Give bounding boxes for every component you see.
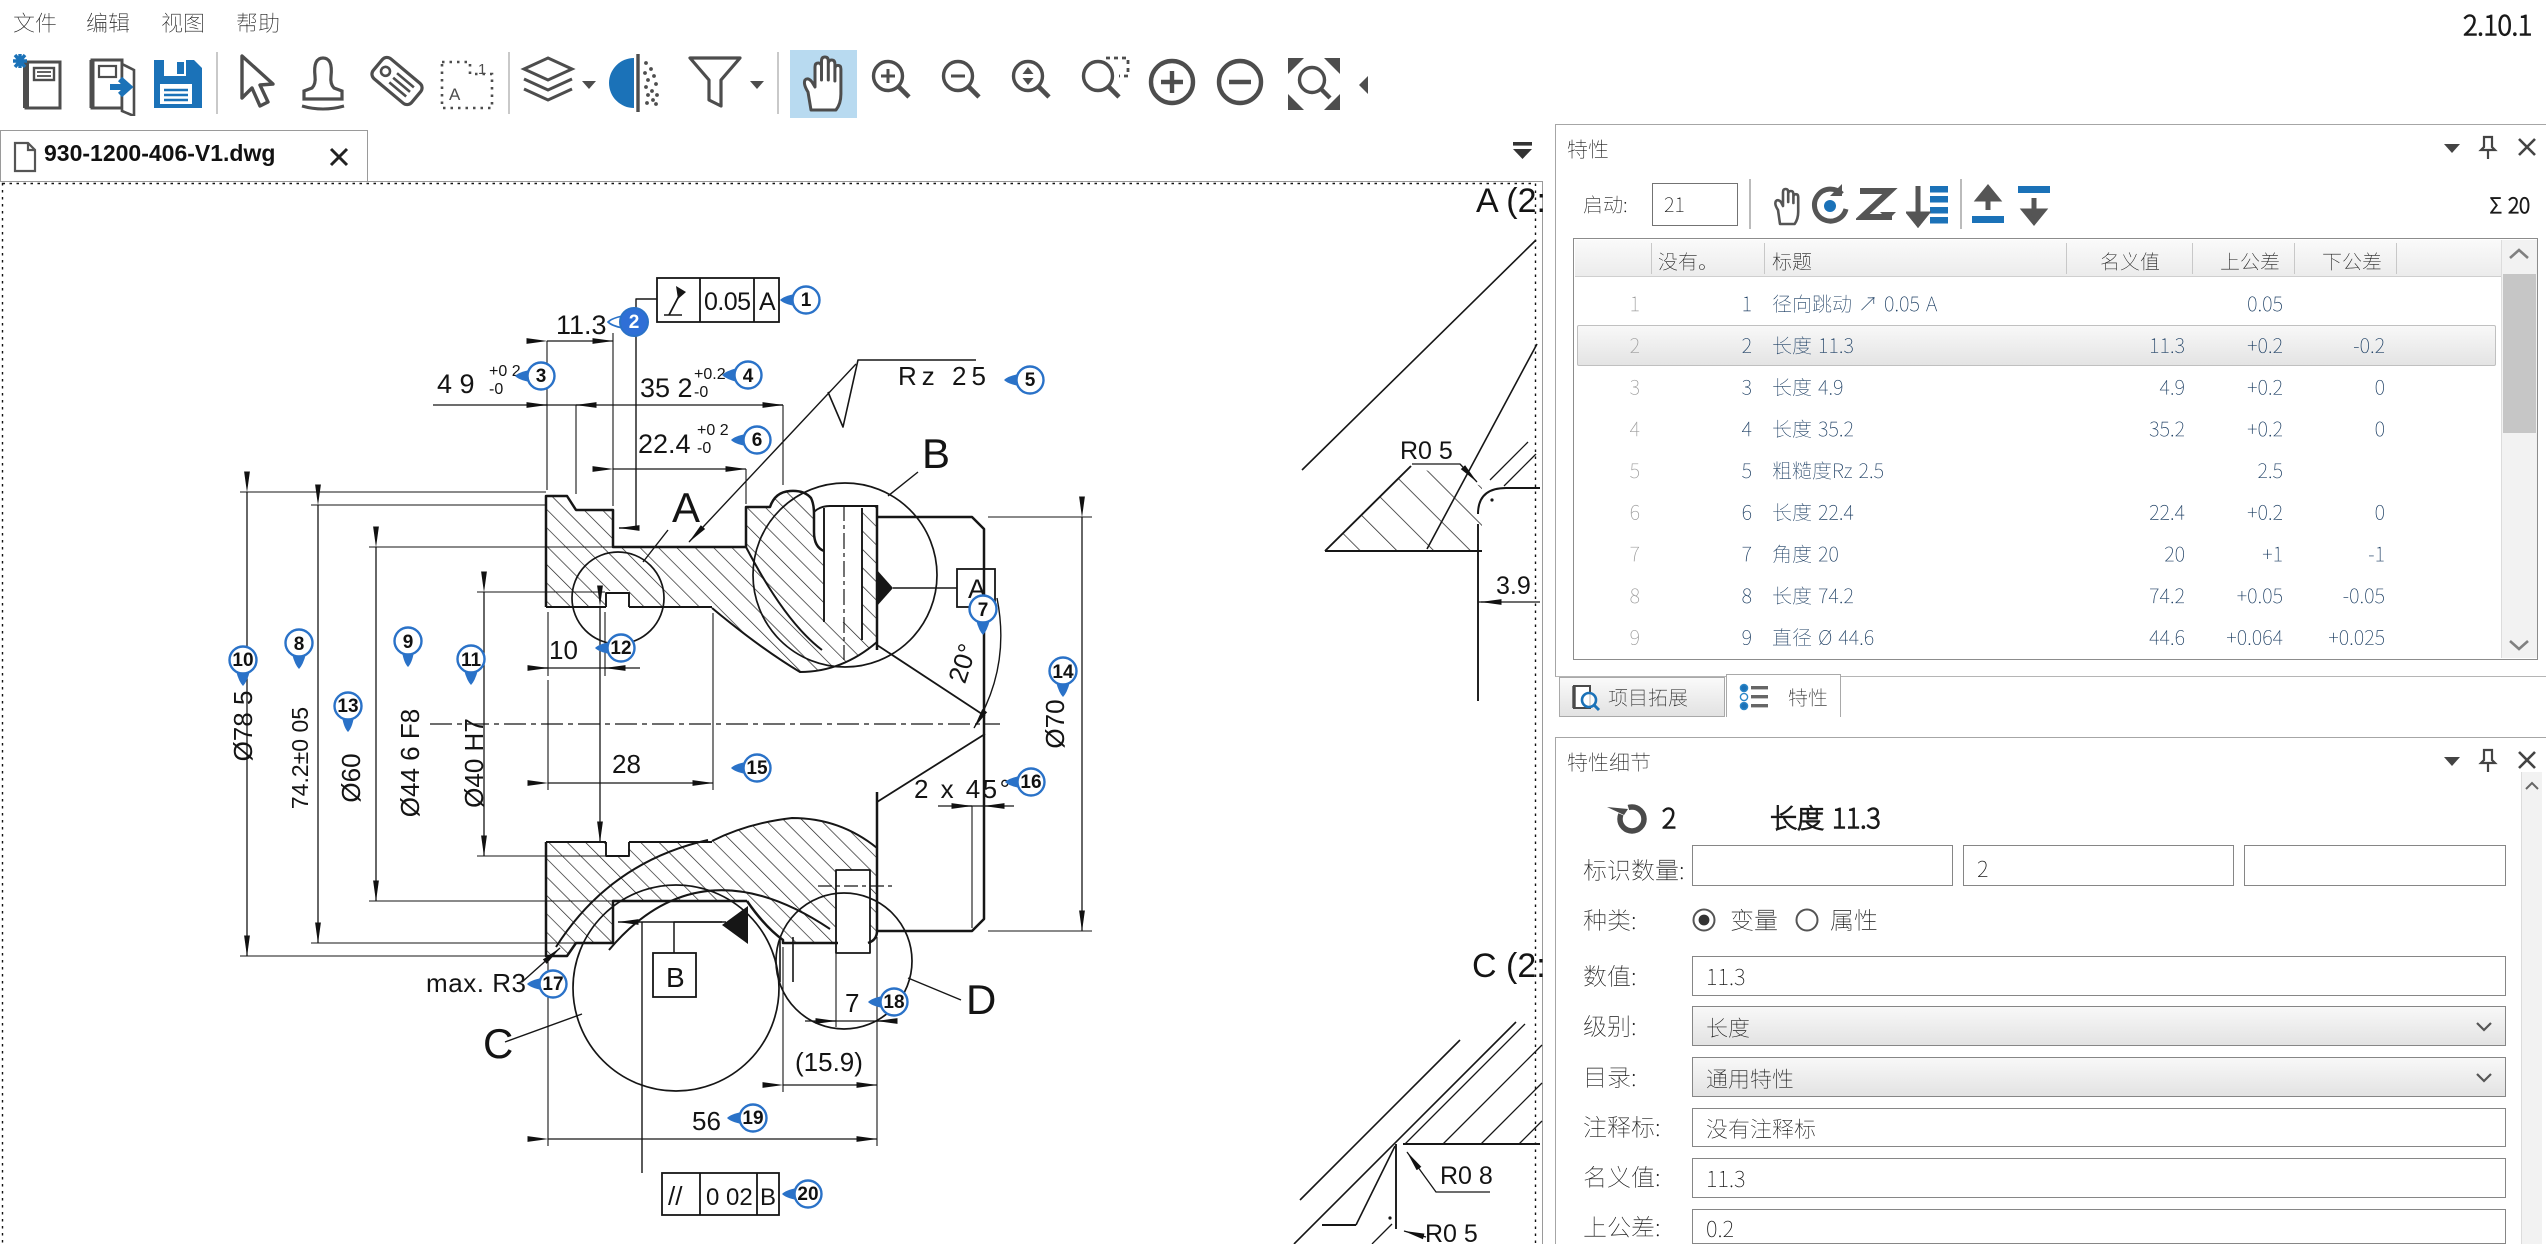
- svg-text:Ø78 5: Ø78 5: [228, 691, 258, 762]
- svg-text:(15.9): (15.9): [795, 1047, 863, 1077]
- svg-text:Ø70: Ø70: [1040, 699, 1070, 748]
- svg-text:0 02: 0 02: [706, 1184, 753, 1211]
- svg-text:9: 9: [403, 632, 414, 653]
- svg-text:18: 18: [883, 992, 904, 1013]
- svg-text:11: 11: [461, 650, 482, 671]
- svg-text:20°: 20°: [942, 640, 983, 687]
- svg-text:D: D: [966, 976, 996, 1023]
- svg-text:B: B: [922, 430, 950, 477]
- svg-text:28: 28: [612, 749, 641, 779]
- svg-text:14: 14: [1052, 662, 1074, 683]
- svg-text:3: 3: [536, 366, 547, 387]
- svg-text:2 x 45°: 2 x 45°: [914, 774, 1010, 804]
- svg-text:8: 8: [294, 634, 305, 655]
- svg-text:+0 2: +0 2: [489, 363, 521, 380]
- svg-text:B: B: [666, 962, 685, 993]
- svg-text:19: 19: [742, 1108, 763, 1129]
- svg-text:R0 5: R0 5: [1425, 1220, 1478, 1244]
- svg-text:Ø44 6 F8: Ø44 6 F8: [395, 709, 425, 817]
- svg-text:15: 15: [746, 758, 768, 779]
- svg-text:0.05: 0.05: [704, 288, 751, 316]
- svg-text:Ø60: Ø60: [336, 753, 366, 802]
- svg-text:A: A: [449, 85, 461, 104]
- svg-text:-0: -0: [489, 381, 503, 398]
- svg-text:4: 4: [743, 366, 754, 387]
- svg-text:1: 1: [478, 61, 486, 78]
- svg-text:74.2±0 05: 74.2±0 05: [287, 707, 313, 809]
- svg-text:16: 16: [1020, 772, 1041, 793]
- svg-text:C: C: [483, 1020, 513, 1067]
- svg-text:12: 12: [610, 638, 631, 659]
- svg-text:20: 20: [797, 1184, 818, 1205]
- svg-text:6: 6: [752, 430, 763, 451]
- svg-text:+0 2: +0 2: [697, 422, 729, 439]
- svg-text:Rz 25: Rz 25: [898, 361, 986, 391]
- svg-text:Ø40 H7: Ø40 H7: [459, 718, 489, 808]
- svg-text:10: 10: [549, 635, 578, 665]
- svg-text:-0: -0: [697, 440, 711, 457]
- svg-text:1: 1: [801, 290, 812, 311]
- svg-text:10: 10: [232, 650, 253, 671]
- svg-text:17: 17: [542, 974, 563, 995]
- svg-text:A: A: [759, 288, 776, 316]
- svg-text:A: A: [672, 484, 700, 531]
- svg-text:7: 7: [845, 988, 859, 1018]
- svg-text:R0 5: R0 5: [1400, 437, 1453, 465]
- svg-text:11.3: 11.3: [556, 310, 607, 340]
- svg-text:max. R3: max. R3: [426, 968, 526, 998]
- svg-text://: //: [668, 1181, 683, 1211]
- svg-text:-0: -0: [694, 384, 708, 401]
- svg-text:13: 13: [337, 696, 358, 717]
- svg-text:B: B: [760, 1184, 776, 1211]
- svg-text:3.9: 3.9: [1496, 572, 1531, 600]
- svg-text:35 2: 35 2: [640, 373, 693, 403]
- svg-text:C (2:1): C (2:1): [1472, 947, 1543, 985]
- svg-text:2: 2: [629, 312, 640, 333]
- svg-text:7: 7: [978, 600, 989, 621]
- svg-text:5: 5: [1025, 370, 1036, 391]
- svg-text:22.4: 22.4: [638, 429, 691, 459]
- svg-text:+0.2: +0.2: [694, 366, 726, 383]
- svg-text:56: 56: [692, 1106, 721, 1136]
- svg-text:A (2:1): A (2:1): [1476, 182, 1543, 220]
- svg-text:4 9: 4 9: [437, 369, 475, 399]
- svg-text:R0 8: R0 8: [1440, 1162, 1493, 1190]
